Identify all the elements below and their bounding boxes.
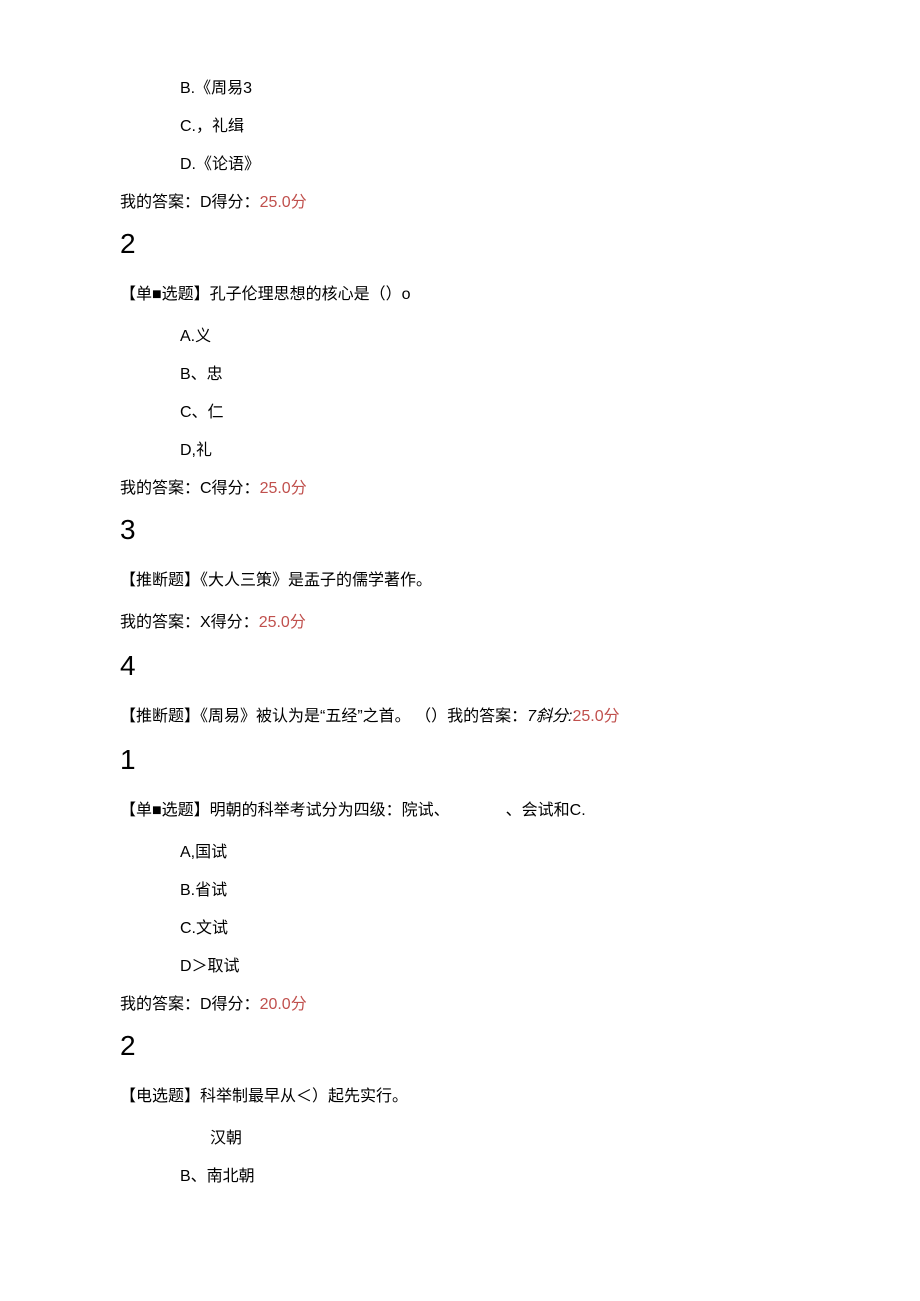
q5-answer-score: 20.0分 xyxy=(260,996,307,1013)
q4-text: 【推断题】《周易》被认为是“五经”之首。 （）我的答案：7斜分:25.0分 xyxy=(120,702,800,726)
q5-option-c: C.文试 xyxy=(180,914,800,938)
q5-option-a: A,国试 xyxy=(180,838,800,862)
q3-answer-score: 25.0分 xyxy=(259,614,306,631)
q1-answer-prefix: 我的答案：D得分： xyxy=(120,194,260,211)
q2-answer: 我的答案：C得分：25.0分 xyxy=(120,474,800,498)
question-number-4: 4 xyxy=(120,650,800,682)
q2-option-d: D,礼 xyxy=(180,436,800,460)
q5-option-d: D＞取试 xyxy=(180,952,800,976)
q2-answer-prefix: 我的答案：C得分： xyxy=(120,480,260,497)
q2-answer-score: 25.0分 xyxy=(260,480,307,497)
q5-option-b: B.省试 xyxy=(180,876,800,900)
question-number-3: 3 xyxy=(120,514,800,546)
q5-text: 【单■选题】明朝的科举考试分为四级：院试、 、会试和C. xyxy=(120,796,800,820)
q5-answer-prefix: 我的答案：D得分： xyxy=(120,996,260,1013)
q6-option-b: B、南北朝 xyxy=(180,1162,800,1186)
q6-text: 【电选题】科举制最早从＜）起先实行。 xyxy=(120,1082,800,1106)
q1-option-c: C.，礼缉 xyxy=(180,112,800,136)
question-number-2: 2 xyxy=(120,228,800,260)
q1-answer: 我的答案：D得分：25.0分 xyxy=(120,188,800,212)
q3-text: 【推断题】《大人三策》是盂子的儒学著作。 xyxy=(120,566,800,590)
question-number-2b: 2 xyxy=(120,1030,800,1062)
q3-answer-prefix: 我的答案：X得分： xyxy=(120,614,259,631)
q1-option-d: D.《论语》 xyxy=(180,150,800,174)
q5-answer: 我的答案：D得分：20.0分 xyxy=(120,990,800,1014)
q4-text-b: 7斜分: xyxy=(527,708,572,725)
q2-option-c: C、仁 xyxy=(180,398,800,422)
q4-text-c: 25.0分 xyxy=(572,708,619,725)
q1-answer-score: 25.0分 xyxy=(260,194,307,211)
q4-text-a: 【推断题】《周易》被认为是“五经”之首。 （）我的答案： xyxy=(120,708,527,725)
q2-option-a: A.义 xyxy=(180,322,800,346)
q2-option-b: B、忠 xyxy=(180,360,800,384)
q6-option-a: 汉朝 xyxy=(210,1124,800,1148)
q1-option-b: B.《周易3 xyxy=(180,74,800,98)
q3-answer: 我的答案：X得分：25.0分 xyxy=(120,608,800,632)
question-number-1b: 1 xyxy=(120,744,800,776)
q2-text: 【单■选题】孔子伦理思想的核心是（）o xyxy=(120,280,800,304)
document-page: B.《周易3 C.，礼缉 D.《论语》 我的答案：D得分：25.0分 2 【单■… xyxy=(0,0,920,1260)
